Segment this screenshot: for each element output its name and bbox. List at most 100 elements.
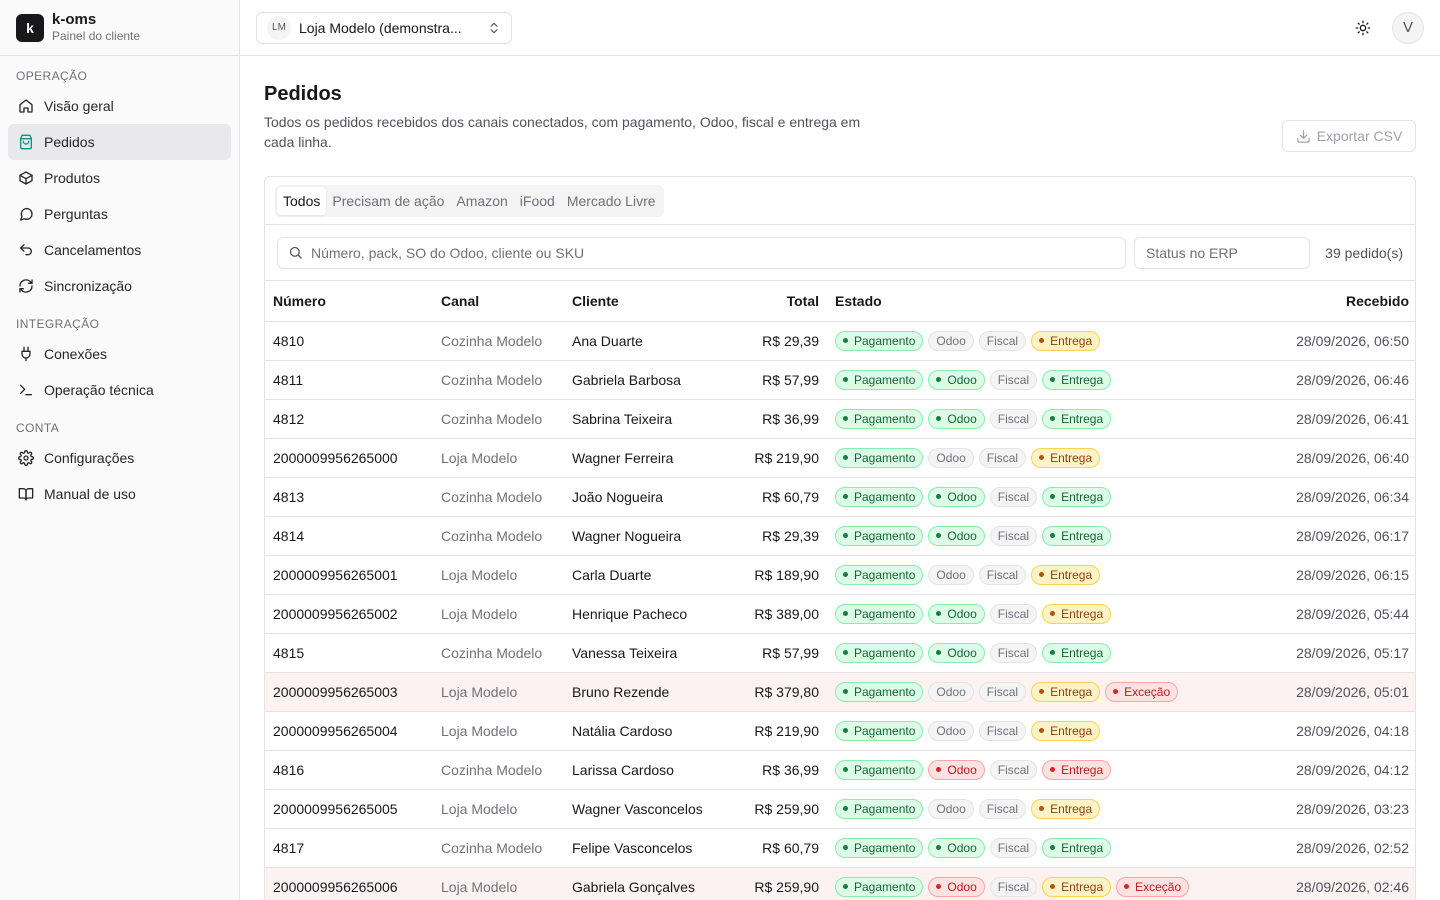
cell-number[interactable]: 2000009956265003: [265, 672, 433, 712]
sidebar-item-visao-geral[interactable]: Visão geral: [8, 88, 231, 124]
status-badge: Odoo: [928, 837, 985, 858]
status-badge-label: Entrega: [1061, 879, 1104, 894]
table-row[interactable]: 2000009956265006 Loja Modelo Gabriela Gonç…: [265, 867, 1415, 900]
cell-number[interactable]: 4817: [265, 828, 433, 868]
header-total[interactable]: Total: [724, 281, 827, 322]
export-csv-label: Exportar CSV: [1316, 128, 1403, 144]
store-selector[interactable]: LM Loja Modelo (demonstra...: [256, 11, 512, 44]
table-row[interactable]: 4811 Cozinha Modelo Gabriela Barbosa R$ 57,…: [265, 360, 1415, 400]
header-number[interactable]: Número: [265, 281, 433, 322]
sidebar-item-produtos[interactable]: Produtos: [8, 160, 231, 196]
status-badge-label: Entrega: [1050, 723, 1093, 738]
table-row[interactable]: 4810 Cozinha Modelo Ana Duarte R$ 29,39 Paga…: [265, 321, 1415, 361]
status-badge-label: Fiscal: [997, 840, 1030, 855]
cell-channel: Loja Modelo: [433, 594, 564, 634]
table-row[interactable]: 4812 Cozinha Modelo Sabrina Teixeira R$ 36,…: [265, 399, 1415, 439]
cell-number[interactable]: 2000009956265001: [265, 555, 433, 595]
status-badge: Entrega: [1031, 564, 1101, 585]
status-badge-label: Odoo: [947, 528, 977, 543]
table-row[interactable]: 2000009956265002 Loja Modelo Henrique Pach…: [265, 594, 1415, 634]
theme-toggle-button[interactable]: [1348, 13, 1378, 43]
sidebar-item-cancelamentos[interactable]: Cancelamentos: [8, 232, 231, 268]
tab-ifood[interactable]: iFood: [514, 187, 561, 215]
erp-status-select[interactable]: Status no ERP: [1134, 236, 1310, 269]
tab-amazon[interactable]: Amazon: [450, 187, 513, 215]
sidebar-item-label: Sincronização: [44, 278, 132, 294]
refresh-icon: [19, 279, 33, 293]
header-customer[interactable]: Cliente: [564, 281, 724, 322]
table-row[interactable]: 4814 Cozinha Modelo Wagner Nogueira R$ 29,3…: [265, 516, 1415, 556]
page-description: Todos os pedidos recebidos dos canais co…: [264, 114, 861, 150]
table-row[interactable]: 4815 Cozinha Modelo Vanessa Teixeira R$ 57,…: [265, 633, 1415, 673]
cell-number[interactable]: 4810: [265, 321, 433, 361]
table-row[interactable]: 2000009956265001 Loja Modelo Carla Duarte R…: [265, 555, 1415, 595]
cell-number[interactable]: 4815: [265, 633, 433, 673]
status-badge-label: Entrega: [1061, 411, 1104, 426]
cell-total: R$ 259,90: [724, 867, 827, 900]
header-state[interactable]: Estado: [827, 281, 1247, 322]
cell-state: Pagamento Odoo Fiscal Entrega Exceção: [827, 867, 1247, 900]
status-badge: Pagamento: [835, 876, 924, 897]
sidebar-item-manual-de-uso[interactable]: Manual de uso: [8, 476, 231, 512]
cell-number[interactable]: 4812: [265, 399, 433, 439]
orders-table: Número Canal Cliente Total Estado Recebi…: [265, 281, 1415, 900]
table-row[interactable]: 2000009956265003 Loja Modelo Bruno Rezende…: [265, 672, 1415, 712]
sidebar-item-label: Manual de uso: [44, 486, 136, 502]
header-received[interactable]: Recebido: [1247, 281, 1415, 322]
nav-section: CONTA Configurações Manual de uso: [0, 408, 239, 512]
cell-number[interactable]: 2000009956265004: [265, 711, 433, 751]
tab-precisam-de-acao[interactable]: Precisam de ação: [326, 187, 450, 215]
status-badge: Entrega: [1031, 681, 1101, 702]
cell-total: R$ 57,99: [724, 633, 827, 673]
cell-number[interactable]: 2000009956265005: [265, 789, 433, 829]
cell-number[interactable]: 2000009956265002: [265, 594, 433, 634]
header-channel[interactable]: Canal: [433, 281, 564, 322]
sidebar-item-operacao-tecnica[interactable]: Operação técnica: [8, 372, 231, 408]
table-row[interactable]: 4817 Cozinha Modelo Felipe Vasconcelos R$ 6…: [265, 828, 1415, 868]
cell-number[interactable]: 4816: [265, 750, 433, 790]
export-csv-button[interactable]: Exportar CSV: [1282, 120, 1416, 152]
cell-state: Pagamento Odoo Fiscal Entrega: [827, 789, 1247, 829]
status-dot: [1050, 845, 1056, 850]
status-badge: Odoo: [928, 681, 974, 702]
table-row[interactable]: 2000009956265005 Loja Modelo Wagner Vascon…: [265, 789, 1415, 829]
status-dot: [843, 806, 848, 811]
sidebar-item-perguntas[interactable]: Perguntas: [8, 196, 231, 232]
status-badge: Odoo: [928, 486, 985, 507]
tab-mercado-livre[interactable]: Mercado Livre: [561, 187, 662, 215]
status-dot: [1039, 572, 1045, 577]
cell-total: R$ 29,39: [724, 321, 827, 361]
search-input[interactable]: [311, 244, 1115, 261]
status-badge: Fiscal: [978, 681, 1027, 702]
status-badge: Pagamento: [835, 759, 924, 780]
cell-received: 28/09/2026, 02:46: [1247, 867, 1415, 900]
table-row[interactable]: 2000009956265004 Loja Modelo Natália Cardo…: [265, 711, 1415, 751]
table-row[interactable]: 4816 Cozinha Modelo Larissa Cardoso R$ 36,9…: [265, 750, 1415, 790]
status-badge-label: Fiscal: [997, 372, 1030, 387]
table-row[interactable]: 4813 Cozinha Modelo João Nogueira R$ 60,79 P…: [265, 477, 1415, 517]
status-dot: [843, 377, 848, 382]
cell-number[interactable]: 2000009956265006: [265, 867, 433, 900]
terminal-icon: [20, 384, 32, 396]
status-badge: Entrega: [1031, 447, 1101, 468]
sidebar-item-pedidos[interactable]: Pedidos: [8, 124, 231, 160]
brand[interactable]: k k-oms Painel do cliente: [0, 0, 239, 56]
sidebar-item-configuracoes[interactable]: Configurações: [8, 440, 231, 476]
cell-number[interactable]: 4811: [265, 360, 433, 400]
tab-todos[interactable]: Todos: [277, 186, 327, 215]
cell-number[interactable]: 2000009956265000: [265, 438, 433, 478]
cell-number[interactable]: 4814: [265, 516, 433, 556]
cell-channel: Loja Modelo: [433, 867, 564, 900]
status-badge-label: Odoo: [947, 606, 977, 621]
status-badge: Pagamento: [835, 720, 924, 741]
status-dot: [843, 689, 848, 694]
table-row[interactable]: 2000009956265000 Loja Modelo Wagner Ferrei…: [265, 438, 1415, 478]
sidebar-item-conexoes[interactable]: Conexões: [8, 336, 231, 372]
sidebar-item-label: Visão geral: [44, 98, 114, 114]
sidebar-item-label: Perguntas: [44, 206, 108, 222]
avatar[interactable]: V: [1392, 11, 1424, 44]
sidebar-item-sincronizacao[interactable]: Sincronização: [8, 268, 231, 304]
cell-number[interactable]: 4813: [265, 477, 433, 517]
status-badge: Entrega: [1042, 759, 1112, 780]
status-badge: Fiscal: [989, 759, 1038, 780]
